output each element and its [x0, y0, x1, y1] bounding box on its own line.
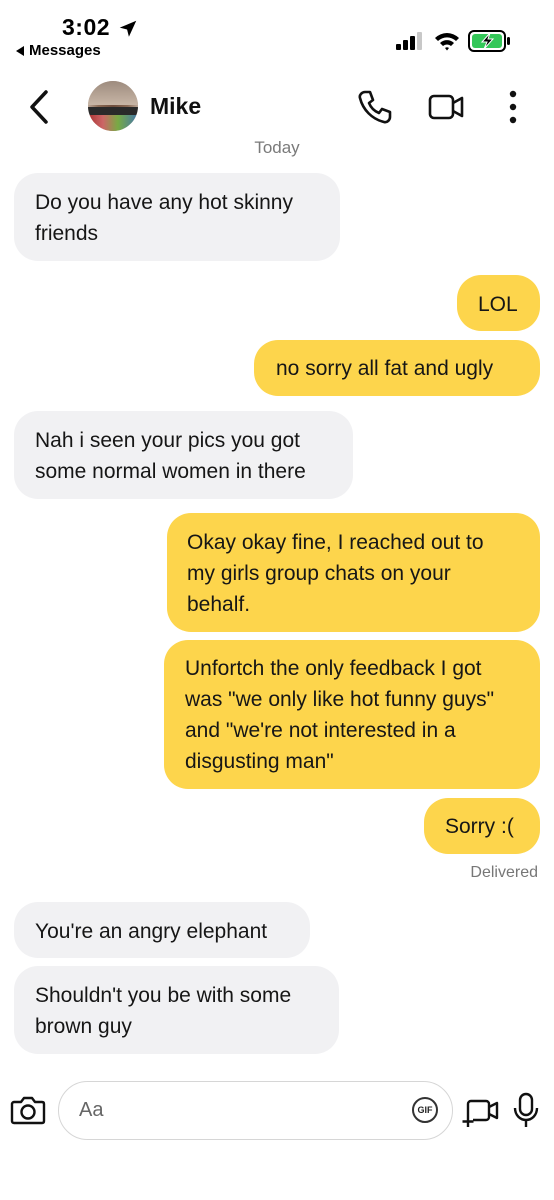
message-bubble-incoming: Shouldn't you be with some brown guy: [14, 966, 339, 1054]
message-bubble-incoming: Do you have any hot skinny friends: [14, 173, 340, 261]
message-bubble-outgoing: LOL: [457, 275, 540, 331]
status-time: 3:02: [62, 14, 111, 40]
message-bubble-outgoing: Okay okay fine, I reached out to my girl…: [167, 513, 540, 632]
message-bubble-outgoing: Sorry :(: [424, 798, 540, 854]
wifi-icon: [435, 33, 459, 51]
back-chevron-icon[interactable]: [26, 88, 56, 126]
contact-name[interactable]: Mike: [150, 93, 201, 120]
phone-call-icon[interactable]: [356, 88, 394, 126]
delivered-status: Delivered: [470, 864, 538, 881]
back-triangle-icon: [16, 45, 24, 56]
date-divider: Today: [254, 138, 300, 157]
message-bubble-incoming: You're an angry elephant: [14, 902, 310, 958]
cellular-signal-icon: [396, 32, 422, 50]
message-bubble-outgoing: Unfortch the only feedback I got was "we…: [164, 640, 540, 789]
location-arrow-icon: [119, 20, 137, 37]
message-input[interactable]: [79, 1082, 379, 1138]
microphone-icon[interactable]: [513, 1092, 539, 1128]
video-clip-icon[interactable]: [462, 1094, 500, 1130]
back-to-app-link[interactable]: Messages: [16, 42, 101, 59]
battery-charging-icon: [468, 30, 510, 52]
back-to-app-label: Messages: [29, 42, 101, 59]
video-call-icon[interactable]: [428, 92, 464, 122]
message-bubble-incoming: Nah i seen your pics you got some normal…: [14, 411, 353, 499]
contact-avatar[interactable]: [88, 81, 138, 131]
camera-icon[interactable]: [10, 1094, 46, 1126]
more-options-icon[interactable]: [505, 88, 521, 126]
gif-button[interactable]: GIF: [412, 1097, 438, 1123]
message-composer[interactable]: GIF: [58, 1081, 453, 1140]
message-bubble-outgoing: no sorry all fat and ugly: [254, 340, 540, 396]
